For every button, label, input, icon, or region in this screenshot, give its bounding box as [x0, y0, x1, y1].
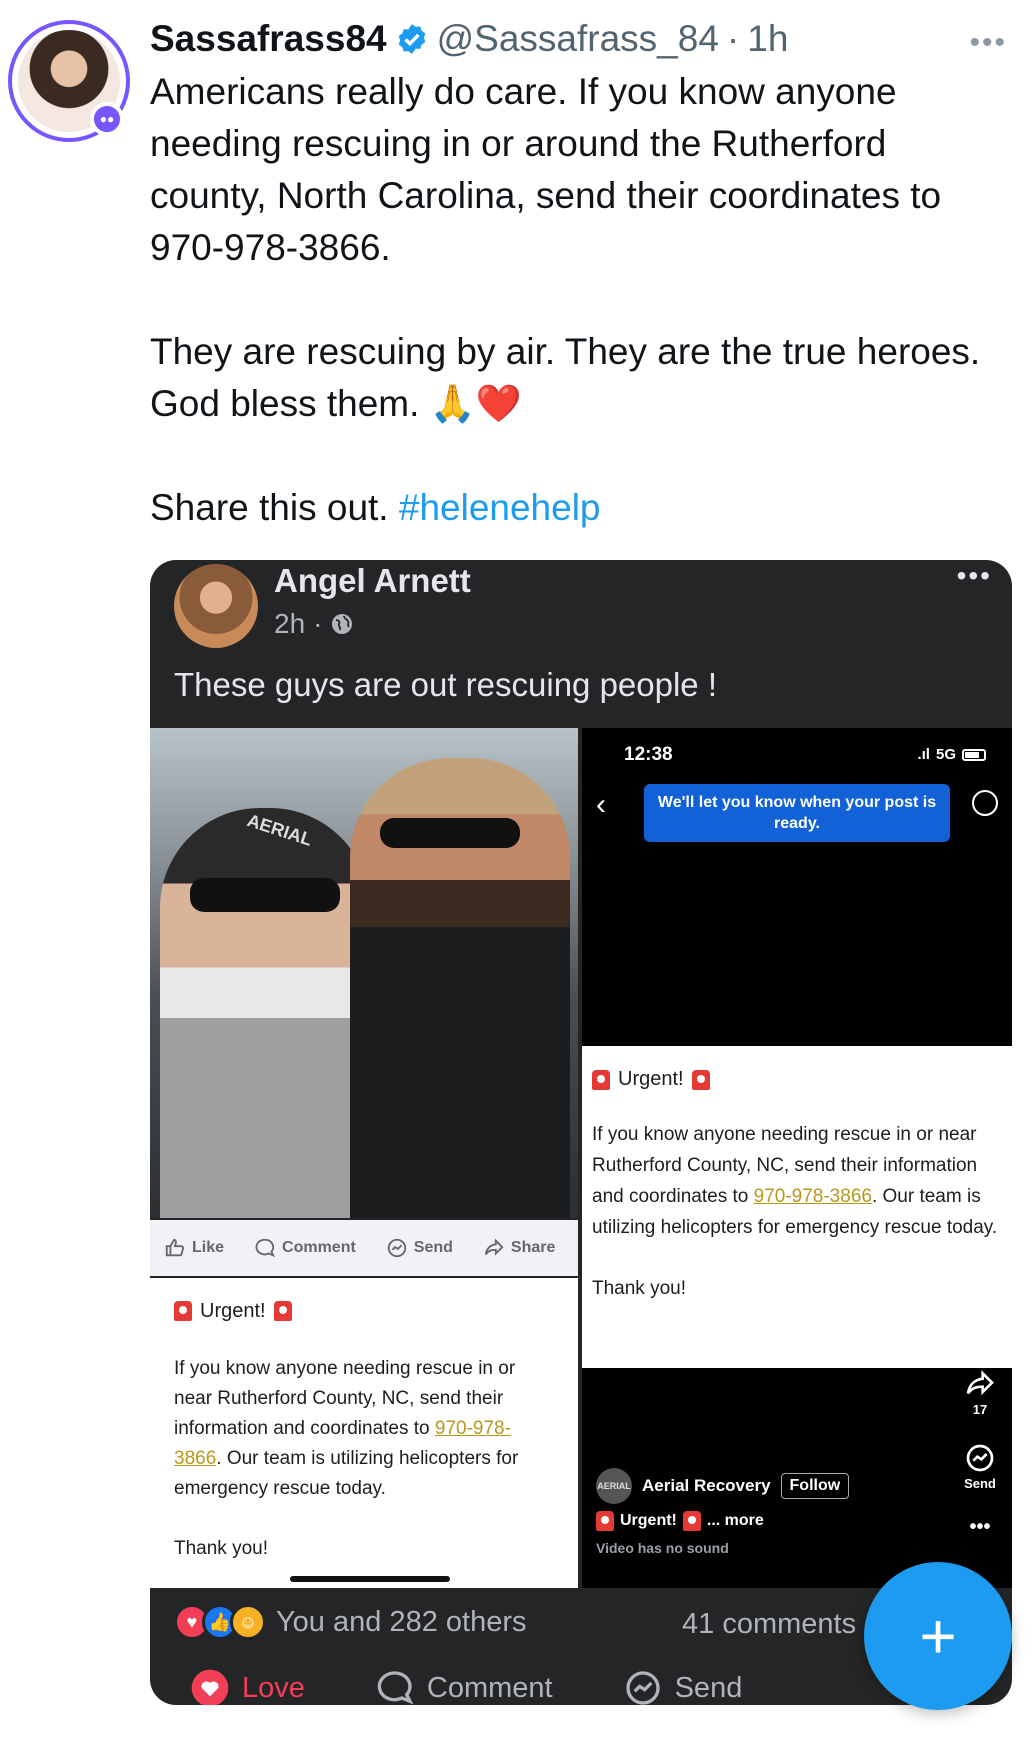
comment-icon — [377, 1671, 414, 1705]
fb-author-avatar — [174, 564, 258, 648]
urgent-thanks: Thank you! — [592, 1278, 686, 1299]
comment-label-bottom: Comment — [426, 1671, 553, 1704]
crew-member-left — [160, 808, 370, 1218]
tweet-text: Americans really do care. If you know an… — [150, 66, 1010, 534]
share-action: Share — [483, 1237, 555, 1259]
urgent-body: If you know anyone needing rescue in or … — [174, 1354, 554, 1504]
spaces-badge-icon: ●● — [90, 102, 124, 136]
sunglasses-right — [380, 818, 520, 848]
phone-clock: 12:38 — [624, 744, 673, 765]
profile-icon — [972, 790, 998, 816]
comment-action: Comment — [254, 1237, 356, 1259]
send-action-bottom: Send — [623, 1668, 743, 1705]
author-avatar[interactable]: ●● — [8, 20, 130, 142]
post-ready-toast: We'll let you know when your post is rea… — [644, 784, 950, 842]
send-label: Send — [413, 1239, 453, 1256]
phone-urgent-text: Urgent! — [620, 1512, 677, 1529]
fb-action-bar: Like Comment Send Share — [150, 1220, 578, 1276]
siren-icon — [691, 1069, 710, 1090]
fb-post-time: 2h — [274, 608, 306, 639]
more-options-icon[interactable]: ••• — [969, 26, 1007, 60]
aerial-recovery-name: Aerial Recovery — [642, 1476, 771, 1495]
urgent-notice-right: Urgent! If you know anyone needing rescu… — [582, 1046, 1012, 1368]
phone-share-button: 17 — [958, 1368, 1002, 1417]
messenger-icon — [387, 1238, 406, 1258]
send-label-bottom: Send — [674, 1671, 743, 1704]
phone-screenshot: 12:38 .ıl 5G ‹ We'll let you know when yo… — [582, 728, 1012, 1588]
comment-label: Comment — [282, 1239, 356, 1256]
fb-author-name: Angel Arnett — [274, 562, 471, 599]
urgent-thanks: Thank you! — [174, 1538, 268, 1559]
verified-badge-icon — [398, 24, 425, 54]
tweet-paragraph-1: Americans really do care. If you know an… — [150, 71, 942, 268]
love-label: Love — [242, 1671, 305, 1704]
home-indicator — [290, 1576, 450, 1582]
urgent-title-text: Urgent! — [618, 1068, 684, 1090]
messenger-icon — [966, 1444, 994, 1472]
aerial-recovery-avatar: AERIAL — [596, 1468, 632, 1504]
compose-fab-button[interactable]: + — [864, 1562, 1012, 1710]
fb-more-icon: ••• — [956, 560, 992, 591]
share-icon — [484, 1238, 504, 1256]
urgent-title: Urgent! — [174, 1296, 554, 1326]
siren-icon — [273, 1301, 292, 1321]
display-name[interactable]: Sassafrass84 — [150, 18, 387, 60]
heart-icon — [191, 1669, 229, 1705]
reactions-text: You and 282 others — [276, 1605, 527, 1638]
fb-meta-separator: · — [313, 608, 323, 639]
helicopter-crew-photo: AERIAL — [150, 728, 578, 1218]
more-link: ... more — [706, 1512, 764, 1529]
urgent-title-text: Urgent! — [200, 1300, 266, 1322]
share-count: 17 — [972, 1402, 988, 1417]
siren-icon — [592, 1069, 610, 1090]
fb-post-meta: 2h · — [274, 608, 354, 640]
phone-more-icon: ••• — [969, 1516, 991, 1538]
phone-post-author: AERIAL Aerial Recovery Follow — [596, 1468, 850, 1504]
timestamp[interactable]: 1h — [747, 18, 788, 60]
care-reaction-icon: ☺ — [230, 1604, 266, 1640]
signal-icon: .ıl — [917, 746, 930, 763]
tweet-header: Sassafrass84 @Sassafrass_84 · 1h — [150, 18, 788, 60]
urgent-body: If you know anyone needing rescue in or … — [592, 1119, 1002, 1243]
comments-count: 41 comments — [682, 1608, 857, 1640]
comment-icon — [255, 1238, 276, 1258]
send-label: Send — [964, 1476, 996, 1491]
tweet-paragraph-3-text: Share this out. — [150, 487, 399, 528]
comment-action-bottom: Comment — [375, 1668, 553, 1705]
reactions-summary: ♥ 👍 ☺ You and 282 others — [174, 1604, 526, 1640]
share-label: Share — [510, 1239, 556, 1256]
tweet-paragraph-3: Share this out. #helenehelp — [150, 482, 1010, 534]
fb-bottom-actions: Love Comment Send — [190, 1668, 742, 1705]
sunglasses-left — [190, 878, 340, 912]
like-label: Like — [192, 1239, 225, 1256]
urgent-title: Urgent! — [592, 1064, 1002, 1095]
phone-link: 970-978-3866 — [753, 1186, 872, 1207]
fb-caption: These guys are out rescuing people ! — [174, 666, 718, 703]
share-arrow-icon — [966, 1370, 994, 1396]
messenger-icon — [625, 1671, 660, 1705]
follow-button: Follow — [780, 1473, 850, 1499]
separator: · — [726, 18, 740, 59]
urgent-body-text-end: . Our team is utilizing helicopters for … — [174, 1448, 519, 1499]
handle[interactable]: @Sassafrass_84 — [437, 18, 719, 60]
tweet-paragraph-2: They are rescuing by air. They are the t… — [150, 331, 981, 424]
siren-icon — [682, 1511, 701, 1531]
urgent-notice-left: Urgent! If you know anyone needing rescu… — [150, 1278, 578, 1588]
thumbs-up-icon — [165, 1238, 185, 1257]
send-action: Send — [386, 1237, 453, 1259]
no-sound-label: Video has no sound — [596, 1540, 729, 1556]
embedded-media[interactable]: Angel Arnett 2h · ••• These guys are out… — [150, 560, 1012, 1705]
siren-icon — [174, 1301, 192, 1321]
phone-urgent-line: Urgent! ... more — [596, 1511, 764, 1531]
phone-send-button: Send — [958, 1442, 1002, 1491]
phone-status-bar: .ıl 5G — [917, 746, 986, 763]
hashtag-link[interactable]: #helenehelp — [399, 487, 601, 528]
network-label: 5G — [935, 746, 956, 763]
like-action: Like — [164, 1237, 224, 1259]
back-chevron-icon: ‹ — [596, 788, 606, 821]
love-action: Love — [190, 1668, 305, 1705]
siren-icon — [596, 1511, 614, 1531]
battery-icon — [962, 748, 986, 761]
globe-icon — [332, 614, 353, 634]
